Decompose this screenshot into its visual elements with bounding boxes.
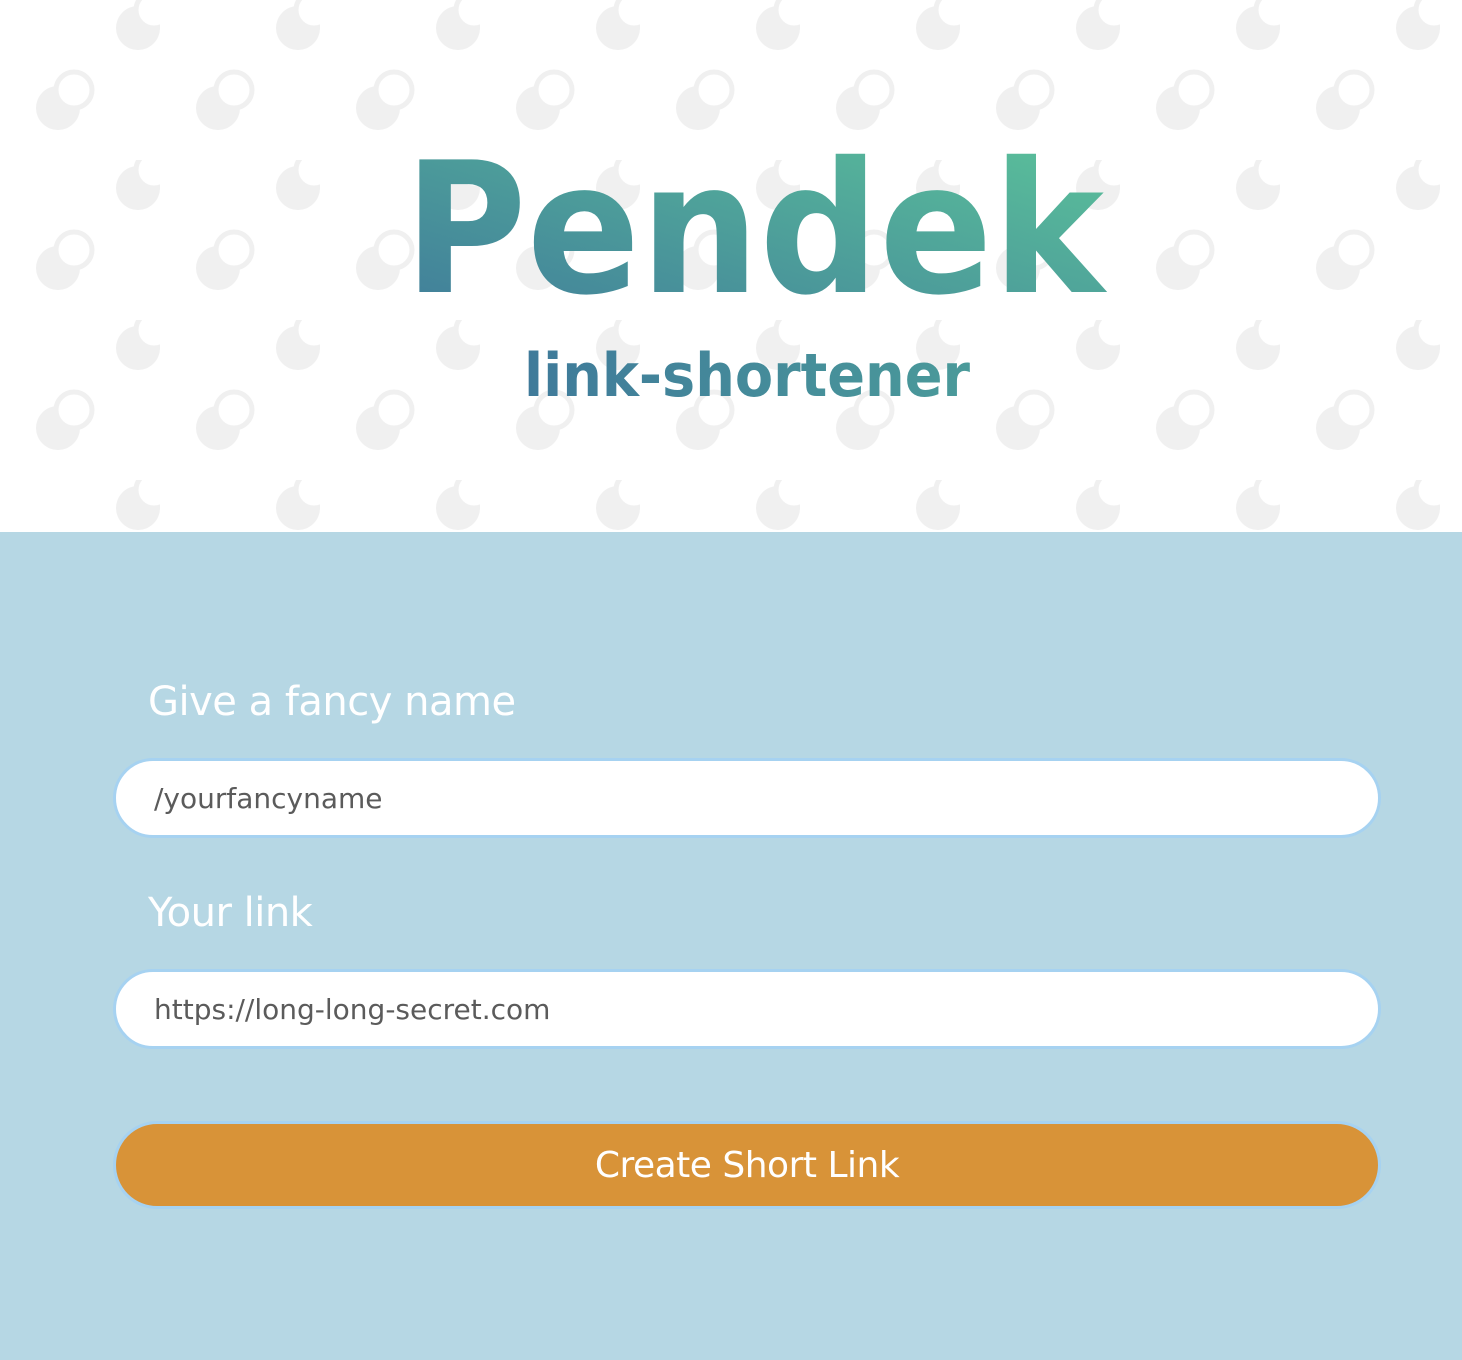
header: Pendek link-shortener bbox=[0, 0, 1462, 532]
create-short-link-button[interactable]: Create Short Link bbox=[113, 1121, 1381, 1209]
brand: Pendek link-shortener bbox=[0, 0, 1462, 532]
brand-logo: Pendek link-shortener bbox=[404, 123, 1108, 411]
fancy-name-input[interactable] bbox=[113, 758, 1381, 838]
link-label: Your link bbox=[148, 890, 313, 936]
brand-title: Pendek bbox=[404, 123, 1108, 335]
page: Pendek link-shortener Give a fancy name … bbox=[0, 0, 1462, 1360]
shorten-form: Give a fancy name Your link Create Short… bbox=[0, 532, 1462, 1360]
brand-subtitle: link-shortener bbox=[524, 341, 970, 411]
fancy-name-label: Give a fancy name bbox=[148, 679, 516, 725]
link-input[interactable] bbox=[113, 969, 1381, 1049]
